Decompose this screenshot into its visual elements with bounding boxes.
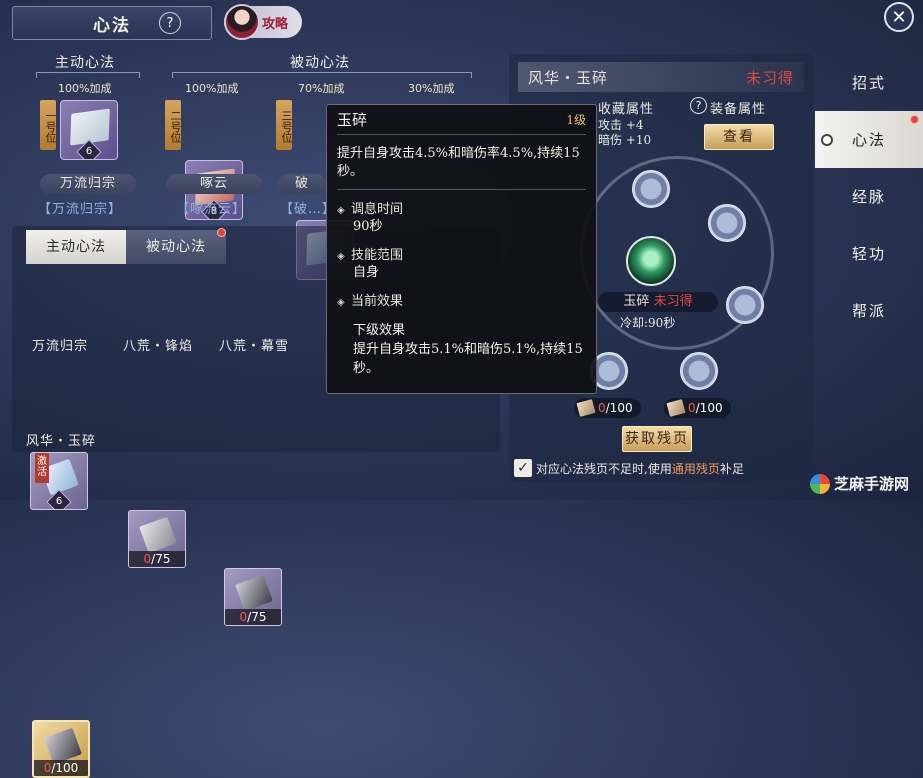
slot-4-bonus: 30%加成 [408,82,455,95]
guide-avatar [224,4,260,40]
passive-group-label: 被动心法 [290,55,350,71]
slot-1-bonus: 100%加成 [58,82,112,95]
stat-dark-damage: 暗伤 +10 [598,133,652,147]
center-skill-label: 玉碎 未习得 [598,292,718,312]
site-logo-icon [810,473,830,494]
tooltip-next: 下级效果 提升自身攻击5.1%和暗伤5.1%,持续15秒。 [337,321,586,378]
active-bracket [36,72,140,78]
page-title: 心法 [93,15,131,36]
skill-item-4-count: 0/100 [34,760,88,776]
nav-item-moves[interactable]: 招式 [815,54,923,111]
tooltip-section: ◈ 调息时间 90秒 [337,198,586,236]
active-group-label: 主动心法 [55,55,115,71]
info-icon[interactable]: ? [690,97,707,114]
tooltip-value: 90秒 [353,219,383,234]
slot-1-card[interactable]: 6 [60,100,118,160]
slot-3-tag: 三号位 [276,100,293,150]
notification-dot [910,115,919,124]
skill-item-3-name: 八荒・幕雪 [218,339,289,354]
slot-3-bonus: 70%加成 [298,82,345,95]
fragment-icon [235,574,273,612]
tooltip-header: 玉碎 1级 [337,105,586,135]
center-skill-icon[interactable] [626,236,676,286]
meridian-node-icon[interactable] [708,204,746,242]
meridian-node-icon[interactable] [680,352,718,390]
nav-item-xinfa[interactable]: 心法 [815,111,923,168]
fragment-icon [576,399,596,417]
slot-2-sub: 【啄流云】 [176,202,247,217]
tooltip-section: ◈ 技能范围 自身 [337,244,586,282]
fragment-icon [139,516,177,554]
tab-passive-skills[interactable]: 被动心法 [126,230,226,264]
slot-1-name: 万流归宗 [40,174,136,194]
guide-label: 攻略 [262,16,289,32]
diamond-icon: ◈ [337,297,345,308]
nav-item-meridians[interactable]: 经脉 [815,168,923,225]
view-button[interactable]: 查看 [704,124,774,150]
slot-1-sub: 【万流归宗】 [38,202,123,217]
tooltip-key: 当前效果 [351,294,404,309]
equip-attr-label: 装备属性 [710,102,767,117]
meridian-node-icon[interactable] [726,286,764,324]
skill-item-2-count: 0/75 [129,551,185,567]
skill-item-4[interactable]: 0/100 [32,720,90,778]
notification-dot [217,228,226,237]
skill-item-3-count: 0/75 [225,609,281,625]
skill-item-2[interactable]: 0/75 [128,510,186,568]
tooltip-next-label: 下级效果 [353,323,406,338]
fragment-icon [666,399,686,417]
slot-2-tag: 二号位 [165,100,182,150]
skill-item-4-name: 风华・玉碎 [25,434,96,449]
detail-state: 未习得 [745,68,794,87]
page-title-bar: 心法 ? [12,6,212,40]
meridian-node-icon[interactable] [632,170,670,208]
cooldown-text: 冷却:90秒 [620,316,676,330]
tooltip-next-value: 提升自身攻击5.1%和暗伤5.1%,持续15秒。 [353,342,583,376]
guide-button[interactable]: 攻略 [224,4,302,40]
nav-item-qinggong[interactable]: 轻功 [815,225,923,282]
help-icon[interactable]: ? [159,12,181,34]
tooltip-value: 自身 [353,265,380,280]
tooltip-level: 1级 [566,113,586,127]
tooltip-section: ◈ 当前效果 [337,290,586,309]
selected-indicator-icon [821,133,833,146]
tooltip-key: 调息时间 [351,202,404,217]
slot-3-name: 破 [278,174,326,194]
skill-item-3[interactable]: 0/75 [224,568,282,626]
slot-1-tag: 一号位 [40,100,57,150]
tooltip-key: 技能范围 [351,248,404,263]
skill-tooltip: 玉碎 1级 提升自身攻击4.5%和暗伤率4.5%,持续15秒。 ◈ 调息时间 90… [326,104,597,394]
tooltip-desc: 提升自身攻击4.5%和暗伤率4.5%,持续15秒。 [337,145,586,190]
skill-item-1[interactable]: 激活 6 [30,452,88,510]
fragment-icon [44,727,82,765]
obtain-fragment-button[interactable]: 获取残页 [622,426,692,452]
diamond-icon: ◈ [337,251,345,262]
auto-fill-text: 对应心法残页不足时,使用通用残页补足 [536,462,744,476]
tooltip-title: 玉碎 [337,111,368,129]
activated-tag: 激活 [35,453,49,483]
slot-2-bonus: 100%加成 [185,82,239,95]
cost-fragment-1: 0/100 [574,398,641,418]
skill-item-2-name: 八荒・锋焰 [122,339,193,354]
tab-active-skills[interactable]: 主动心法 [26,230,126,264]
diamond-icon: ◈ [337,205,345,216]
watermark: 芝麻手游网 [810,473,909,494]
nav-item-guild[interactable]: 帮派 [815,282,923,339]
collect-attr-label: 收藏属性 [598,102,655,117]
close-icon[interactable]: ✕ [884,2,914,32]
cost-fragment-2: 0/100 [664,398,731,418]
side-nav: 招式 心法 经脉 轻功 帮派 [815,54,923,500]
slot-2-name: 啄云 [166,174,262,194]
skill-item-1-name: 万流归宗 [31,339,88,354]
detail-name: 风华・玉碎 [528,68,609,87]
detail-header: 风华・玉碎 未习得 [518,62,804,92]
auto-fill-checkbox[interactable]: ✓ [514,459,532,477]
passive-bracket [172,72,472,78]
